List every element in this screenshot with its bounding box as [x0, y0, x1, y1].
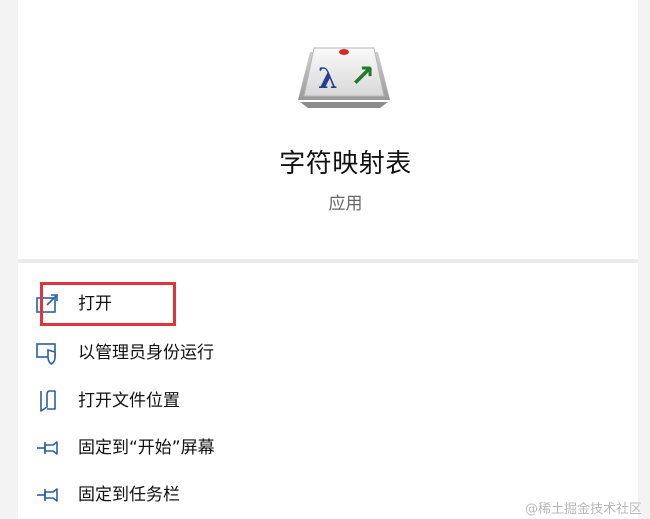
pin-start-icon [34, 434, 62, 462]
watermark: @稀土掘金技术社区 [524, 502, 642, 517]
lambda-glyph: λ [318, 62, 338, 95]
menu-item-label: 固定到“开始”屏幕 [78, 438, 215, 458]
menu-item-run-as-admin[interactable]: 以管理员身份运行 [34, 333, 334, 373]
menu-item-label: 打开文件位置 [78, 391, 180, 411]
folder-location-icon [34, 387, 62, 415]
arrow-glyph: ↗ [350, 59, 375, 94]
pin-taskbar-icon [34, 481, 62, 509]
app-header-card: λ ↗ 字符映射表 应用 [18, 0, 638, 259]
shield-icon [34, 339, 62, 367]
open-icon [34, 290, 62, 318]
menu-item-open[interactable]: 打开 [34, 284, 334, 324]
menu-item-label: 以管理员身份运行 [78, 343, 214, 363]
menu-item-label: 打开 [78, 294, 112, 314]
menu-item-label: 固定到任务栏 [78, 485, 180, 505]
app-type-label: 应用 [328, 194, 363, 214]
app-title: 字符映射表 [279, 149, 412, 179]
character-map-key-icon: λ ↗ [298, 47, 390, 108]
menu-item-open-file-location[interactable]: 打开文件位置 [34, 381, 334, 421]
menu-item-pin-to-taskbar[interactable]: 固定到任务栏 [34, 475, 334, 515]
start-menu-app-panel: λ ↗ 字符映射表 应用 打开 以管理员身份运行 打开文件位置 固定到“开始”屏… [0, 0, 650, 519]
menu-item-pin-to-start[interactable]: 固定到“开始”屏幕 [34, 428, 334, 468]
